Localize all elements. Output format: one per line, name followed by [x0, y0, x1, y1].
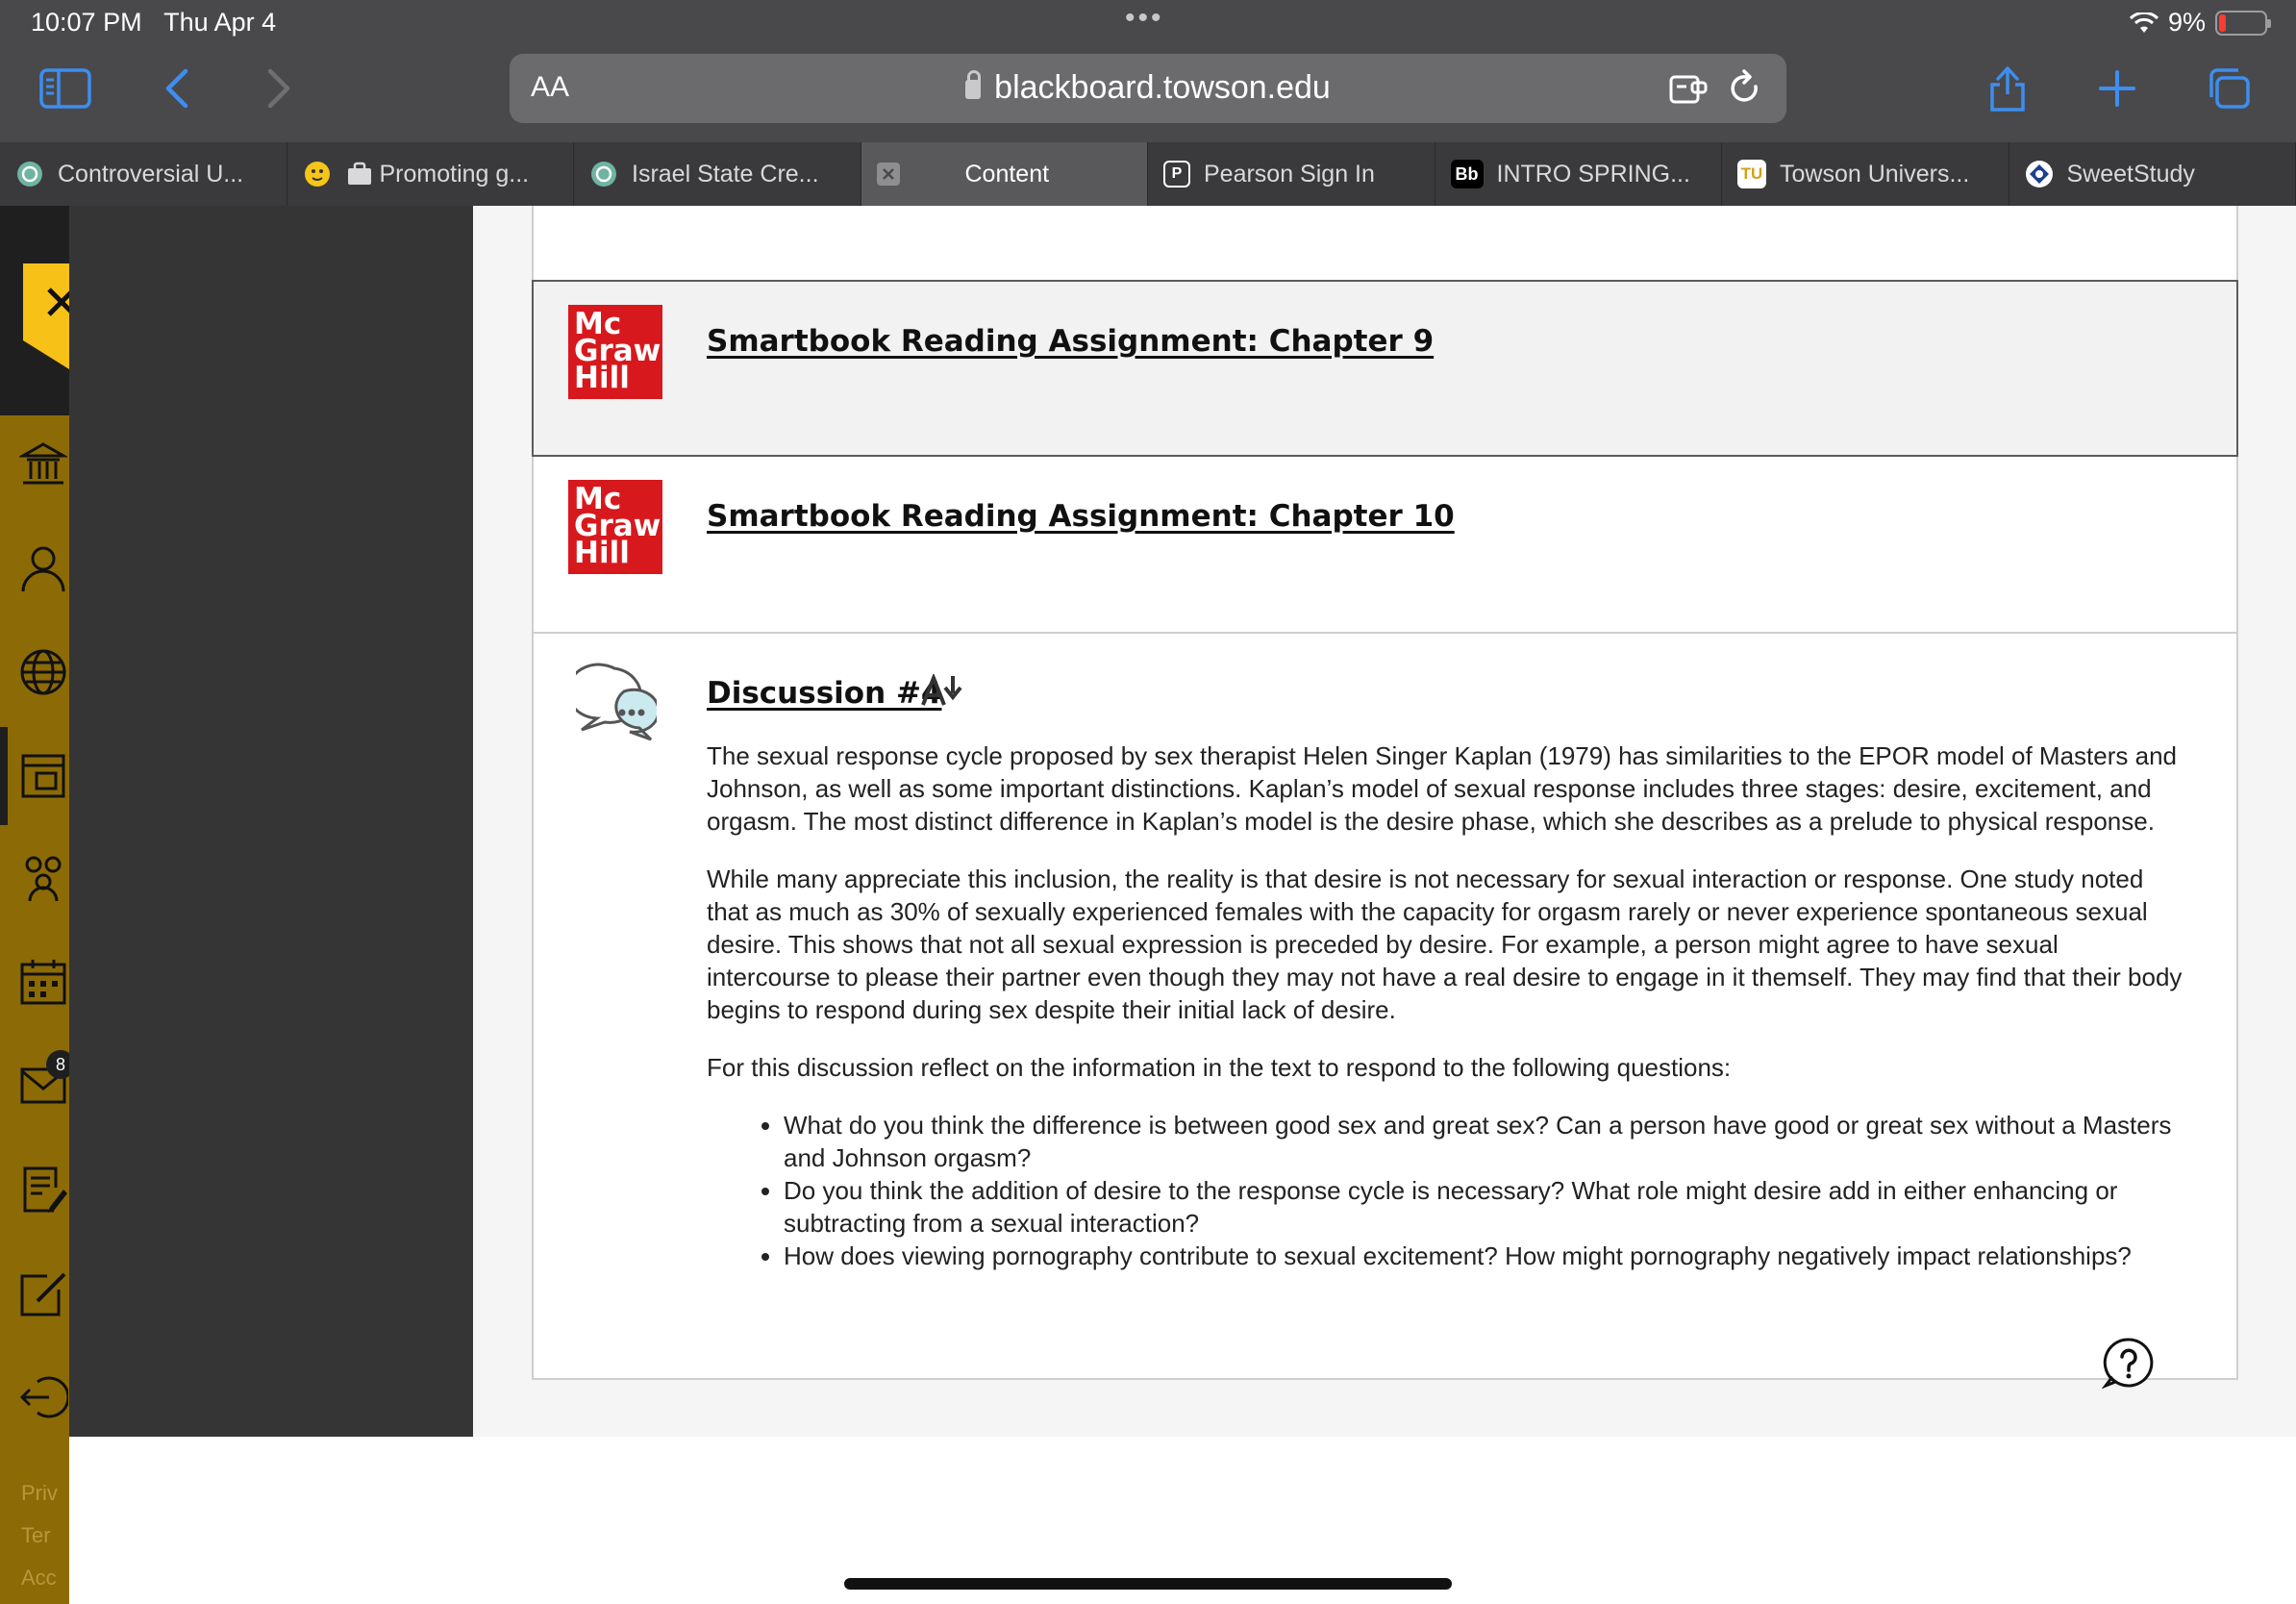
blackboard-icon: Bb [1450, 160, 1484, 188]
close-panel-flag [23, 340, 69, 369]
profile-icon[interactable] [17, 542, 69, 594]
question-item: What do you think the difference is betw… [784, 1109, 2187, 1174]
tab-intro-spring[interactable]: Bb INTRO SPRING... [1435, 142, 1722, 206]
multitasking-dots-icon[interactable]: ••• [1125, 2, 1164, 35]
content-list-top [532, 206, 2238, 280]
mcgraw-hill-logo: Mc Graw Hill [568, 480, 662, 574]
tab-controversial[interactable]: Controversial U... [0, 142, 287, 206]
tab-content[interactable]: Content [861, 142, 1148, 206]
grades-icon[interactable] [17, 1164, 69, 1216]
sign-out-icon[interactable] [17, 1371, 69, 1423]
organizations-icon[interactable] [17, 852, 69, 904]
tab-promoting[interactable]: Promoting g... [287, 142, 574, 206]
discussion-icon [566, 663, 661, 748]
question-item: Do you think the addition of desire to t… [784, 1174, 2187, 1240]
privacy-link[interactable]: Priv [21, 1481, 58, 1506]
discussion-paragraph: While many appreciate this inclusion, th… [707, 865, 2183, 1024]
url-display[interactable]: blackboard.towson.edu [510, 69, 1786, 107]
sidebar-toggle-icon[interactable] [38, 63, 92, 113]
back-arrow-icon[interactable] [150, 63, 204, 113]
courses-icon[interactable] [17, 750, 69, 802]
content-item-chapter-10[interactable]: Mc Graw Hill Smartbook Reading Assignment:… [532, 457, 2238, 634]
share-icon[interactable] [1981, 63, 2034, 113]
home-indicator[interactable] [844, 1578, 1452, 1590]
chatgpt-icon [589, 160, 618, 188]
browser-chrome: 10:07 PM Thu Apr 4 ••• 9% AA blackboard.… [0, 0, 2296, 206]
tab-sweetstudy[interactable]: SweetStudy [2009, 142, 2296, 206]
institution-icon[interactable] [17, 439, 69, 490]
discussion-paragraph: The sexual response cycle proposed by se… [707, 741, 2177, 836]
content-item-discussion[interactable]: Discussion #4 The sexual response cycle … [532, 634, 2238, 1390]
sweetstudy-icon [2025, 160, 2054, 188]
lock-icon [965, 70, 982, 99]
discussion-questions: What do you think the difference is betw… [784, 1109, 2187, 1272]
item-title-link[interactable]: Smartbook Reading Assignment: Chapter 9 [707, 324, 1434, 359]
tab-israel-state[interactable]: Israel State Cre... [574, 142, 861, 206]
terms-link[interactable]: Ter [21, 1523, 51, 1548]
mcgraw-hill-logo: Mc Graw Hill [568, 305, 662, 399]
chatgpt-icon [15, 160, 44, 188]
nav-active-indicator [0, 727, 8, 825]
wifi-icon [2129, 12, 2159, 33]
emoji-icon [303, 160, 332, 188]
tab-towson[interactable]: TU Towson Univers... [1722, 142, 2009, 206]
status-indicators: 9% [2129, 8, 2271, 38]
extension-icon[interactable] [1667, 69, 1710, 108]
blackboard-side-nav: 8 Priv Ter Acc [0, 206, 100, 1604]
briefcase-icon [345, 160, 374, 188]
question-item: How does viewing pornography contribute … [784, 1240, 2187, 1272]
reload-icon[interactable] [1725, 69, 1767, 108]
pearson-icon: P [1163, 161, 1190, 188]
status-time: 10:07 PM Thu Apr 4 [31, 8, 277, 37]
help-icon[interactable] [2102, 1336, 2156, 1390]
battery-icon [2215, 10, 2271, 36]
item-title-link[interactable]: Smartbook Reading Assignment: Chapter 10 [707, 499, 1455, 534]
content-list: Mc Graw Hill Smartbook Reading Assignment:… [532, 206, 2238, 1390]
tab-overview-icon[interactable] [2202, 63, 2256, 113]
tools-edit-icon[interactable] [17, 1267, 69, 1319]
forward-arrow-icon[interactable] [252, 63, 306, 113]
content-item-chapter-9[interactable]: Mc Graw Hill Smartbook Reading Assignment:… [532, 280, 2238, 457]
globe-icon[interactable] [17, 646, 69, 698]
address-bar[interactable]: AA blackboard.towson.edu [510, 54, 1786, 123]
accessibility-link[interactable]: Acc [21, 1566, 57, 1591]
tab-bar: Controversial U... Promoting g... Israel… [0, 142, 2296, 206]
tab-pearson[interactable]: P Pearson Sign In [1148, 142, 1435, 206]
translate-icon[interactable] [920, 674, 968, 707]
discussion-body: The sexual response cycle proposed by se… [707, 739, 2187, 1272]
close-tab-icon[interactable] [876, 163, 900, 186]
discussion-paragraph: For this discussion reflect on the infor… [707, 1053, 1732, 1082]
discussion-title-link[interactable]: Discussion #4 [707, 676, 942, 711]
course-side-panel [69, 206, 473, 1437]
calendar-icon[interactable] [17, 956, 69, 1008]
battery-percent: 9% [2167, 8, 2206, 37]
new-tab-plus-icon[interactable] [2090, 63, 2144, 113]
towson-icon: TU [1737, 160, 1766, 188]
